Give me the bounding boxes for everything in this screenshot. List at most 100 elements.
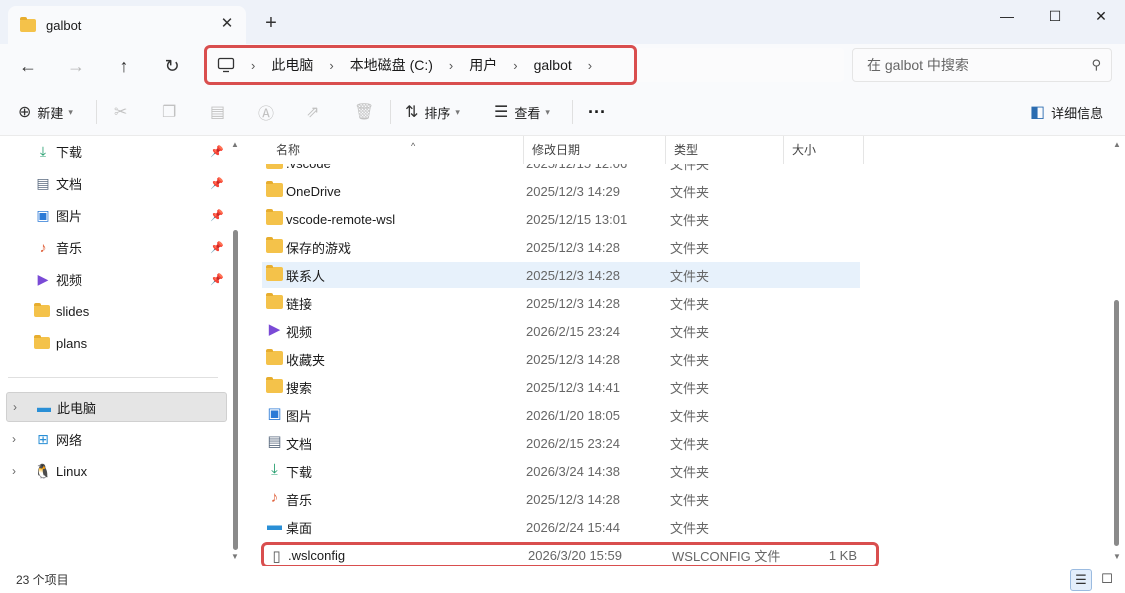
- column-header-size[interactable]: 大小: [784, 136, 864, 164]
- address-bar-empty-area[interactable]: [637, 48, 844, 82]
- file-row[interactable]: 搜索 2025/12/3 14:41 文件夹: [262, 374, 860, 400]
- details-view-button[interactable]: ☰: [1070, 569, 1092, 591]
- chevron-right-icon[interactable]: ›: [12, 432, 16, 446]
- chevron-right-icon[interactable]: ›: [329, 58, 333, 73]
- sidebar-item-slides[interactable]: slides: [0, 296, 228, 326]
- view-button[interactable]: ☰ 查看 ▾: [494, 101, 550, 123]
- sidebar-item-pictures[interactable]: ▣ 图片 📌: [0, 200, 228, 230]
- column-header-label: 类型: [674, 143, 699, 157]
- cut-button[interactable]: ✂: [114, 101, 133, 123]
- list-scroll-down-icon[interactable]: ▼: [1113, 552, 1121, 561]
- sidebar-item-linux[interactable]: › 🐧 Linux: [0, 456, 228, 486]
- file-row[interactable]: vscode-remote-wsl 2025/12/15 13:01 文件夹: [262, 206, 860, 232]
- tiles-view-button[interactable]: ☐: [1096, 569, 1118, 591]
- sidebar-item-plans[interactable]: plans: [0, 328, 228, 358]
- share-button[interactable]: ⇗: [306, 101, 325, 123]
- column-header-date[interactable]: 修改日期: [524, 136, 666, 164]
- new-tab-button[interactable]: +: [260, 12, 282, 34]
- file-type: 文件夹: [670, 436, 710, 452]
- scissors-icon: ✂: [114, 104, 128, 121]
- file-row[interactable]: 联系人 2025/12/3 14:28 文件夹: [262, 262, 860, 288]
- new-button[interactable]: ⊕ 新建 ▾: [18, 101, 73, 123]
- file-date: 2026/1/20 18:05: [526, 407, 620, 423]
- column-header-label: 修改日期: [532, 143, 581, 157]
- file-name: 收藏夹: [286, 352, 326, 368]
- sort-button[interactable]: ⇅ 排序 ▾: [405, 101, 460, 123]
- file-name: 下载: [286, 464, 313, 480]
- title-bar: galbot ✕ + — ☐ ✕: [0, 0, 1125, 44]
- details-pane-button[interactable]: ◧ 详细信息: [1030, 101, 1103, 123]
- file-type: 文件夹: [670, 408, 710, 424]
- address-bar[interactable]: › 此电脑 › 本地磁盘 (C:) › 用户 › galbot ›: [204, 45, 637, 85]
- file-row[interactable]: ▯ .wslconfig 2026/3/20 15:59 WSLCONFIG 文件 1 …: [261, 542, 879, 566]
- file-date: 2025/12/3 14:28: [526, 239, 620, 255]
- file-row[interactable]: ▶ 视频 2026/2/15 23:24 文件夹: [262, 318, 860, 344]
- minimize-button[interactable]: —: [984, 4, 1030, 28]
- this-pc-icon: ▬: [37, 399, 51, 415]
- sidebar-scroll-up-icon[interactable]: ▲: [231, 140, 239, 149]
- file-name: 视频: [286, 324, 313, 340]
- file-row[interactable]: 链接 2025/12/3 14:28 文件夹: [262, 290, 860, 316]
- column-header-name[interactable]: 名称 ^: [268, 136, 524, 164]
- chevron-right-icon[interactable]: ›: [13, 400, 17, 414]
- file-row[interactable]: ▤ 文档 2026/2/15 23:24 文件夹: [262, 430, 860, 456]
- breadcrumb-local-disk[interactable]: 本地磁盘 (C:): [350, 55, 433, 75]
- file-type: 文件夹: [670, 492, 710, 508]
- sort-icon: ⇅: [405, 104, 419, 121]
- more-options-button[interactable]: ···: [588, 101, 606, 123]
- sidebar-item-label: 图片: [56, 208, 83, 224]
- list-scroll-up-icon[interactable]: ▲: [1113, 140, 1121, 149]
- back-button[interactable]: ←: [14, 53, 42, 79]
- file-size: 1 KB: [828, 547, 857, 563]
- paste-button[interactable]: ▤: [210, 101, 231, 123]
- sidebar-item-label: plans: [56, 335, 88, 351]
- rename-button[interactable]: Ⓐ: [258, 101, 280, 123]
- chevron-right-icon[interactable]: ›: [12, 464, 16, 478]
- trash-icon: 🗑: [354, 104, 375, 121]
- up-button[interactable]: ↑: [110, 53, 138, 79]
- refresh-button[interactable]: ↻: [158, 53, 186, 79]
- tab-galbot[interactable]: galbot ✕: [8, 6, 246, 44]
- sidebar-scrollbar[interactable]: [233, 230, 238, 550]
- file-list-scrollbar[interactable]: [1114, 300, 1119, 546]
- music-icon: ♪: [39, 239, 47, 255]
- breadcrumb-users[interactable]: 用户: [469, 55, 497, 75]
- delete-button[interactable]: 🗑: [354, 101, 380, 123]
- sidebar-item-music[interactable]: ♪ 音乐 📌: [0, 232, 228, 262]
- tab-close-icon[interactable]: ✕: [218, 15, 236, 33]
- file-row[interactable]: ♪ 音乐 2025/12/3 14:28 文件夹: [262, 486, 860, 512]
- chevron-down-icon: ▾: [68, 106, 73, 117]
- folder-icon: [34, 303, 50, 317]
- sidebar-item-documents[interactable]: ▤ 文档 📌: [0, 168, 228, 198]
- chevron-right-icon[interactable]: ›: [513, 58, 517, 73]
- file-name: 链接: [286, 296, 313, 312]
- file-row[interactable]: ▣ 图片 2026/1/20 18:05 文件夹: [262, 402, 860, 428]
- forward-button[interactable]: →: [62, 53, 90, 79]
- column-header-type[interactable]: 类型: [666, 136, 784, 164]
- file-name: OneDrive: [286, 183, 341, 199]
- file-row[interactable]: ⤓ 下载 2026/3/24 14:38 文件夹: [262, 458, 860, 484]
- file-type: 文件夹: [670, 324, 710, 340]
- toolbar-divider: [390, 100, 391, 124]
- sidebar-item-videos[interactable]: ▶ 视频 📌: [0, 264, 228, 294]
- sidebar-item-downloads[interactable]: ⤓ 下载 📌: [0, 136, 228, 166]
- sidebar-item-network[interactable]: › ⊞ 网络: [0, 424, 228, 454]
- file-row[interactable]: 保存的游戏 2025/12/3 14:28 文件夹: [262, 234, 860, 260]
- file-name: 搜索: [286, 380, 313, 396]
- maximize-button[interactable]: ☐: [1032, 4, 1078, 28]
- search-input[interactable]: 在 galbot 中搜索 ⚲: [852, 48, 1112, 82]
- file-row[interactable]: OneDrive 2025/12/3 14:29 文件夹: [262, 178, 860, 204]
- file-row[interactable]: 收藏夹 2025/12/3 14:28 文件夹: [262, 346, 860, 372]
- breadcrumb-galbot[interactable]: galbot: [534, 57, 572, 73]
- file-date: 2025/12/3 14:28: [526, 295, 620, 311]
- close-window-button[interactable]: ✕: [1078, 4, 1124, 28]
- breadcrumb-this-pc[interactable]: 此电脑: [271, 55, 313, 75]
- file-date: 2026/2/15 23:24: [526, 323, 620, 339]
- file-row[interactable]: ▬ 桌面 2026/2/24 15:44 文件夹: [262, 514, 860, 540]
- sidebar-item-this-pc[interactable]: › ▬ 此电脑: [6, 392, 227, 422]
- sidebar-scroll-down-icon[interactable]: ▼: [231, 552, 239, 561]
- chevron-right-icon: ›: [251, 57, 256, 73]
- copy-button[interactable]: ❐: [162, 101, 182, 123]
- chevron-right-icon[interactable]: ›: [449, 58, 453, 73]
- chevron-right-icon[interactable]: ›: [588, 58, 592, 73]
